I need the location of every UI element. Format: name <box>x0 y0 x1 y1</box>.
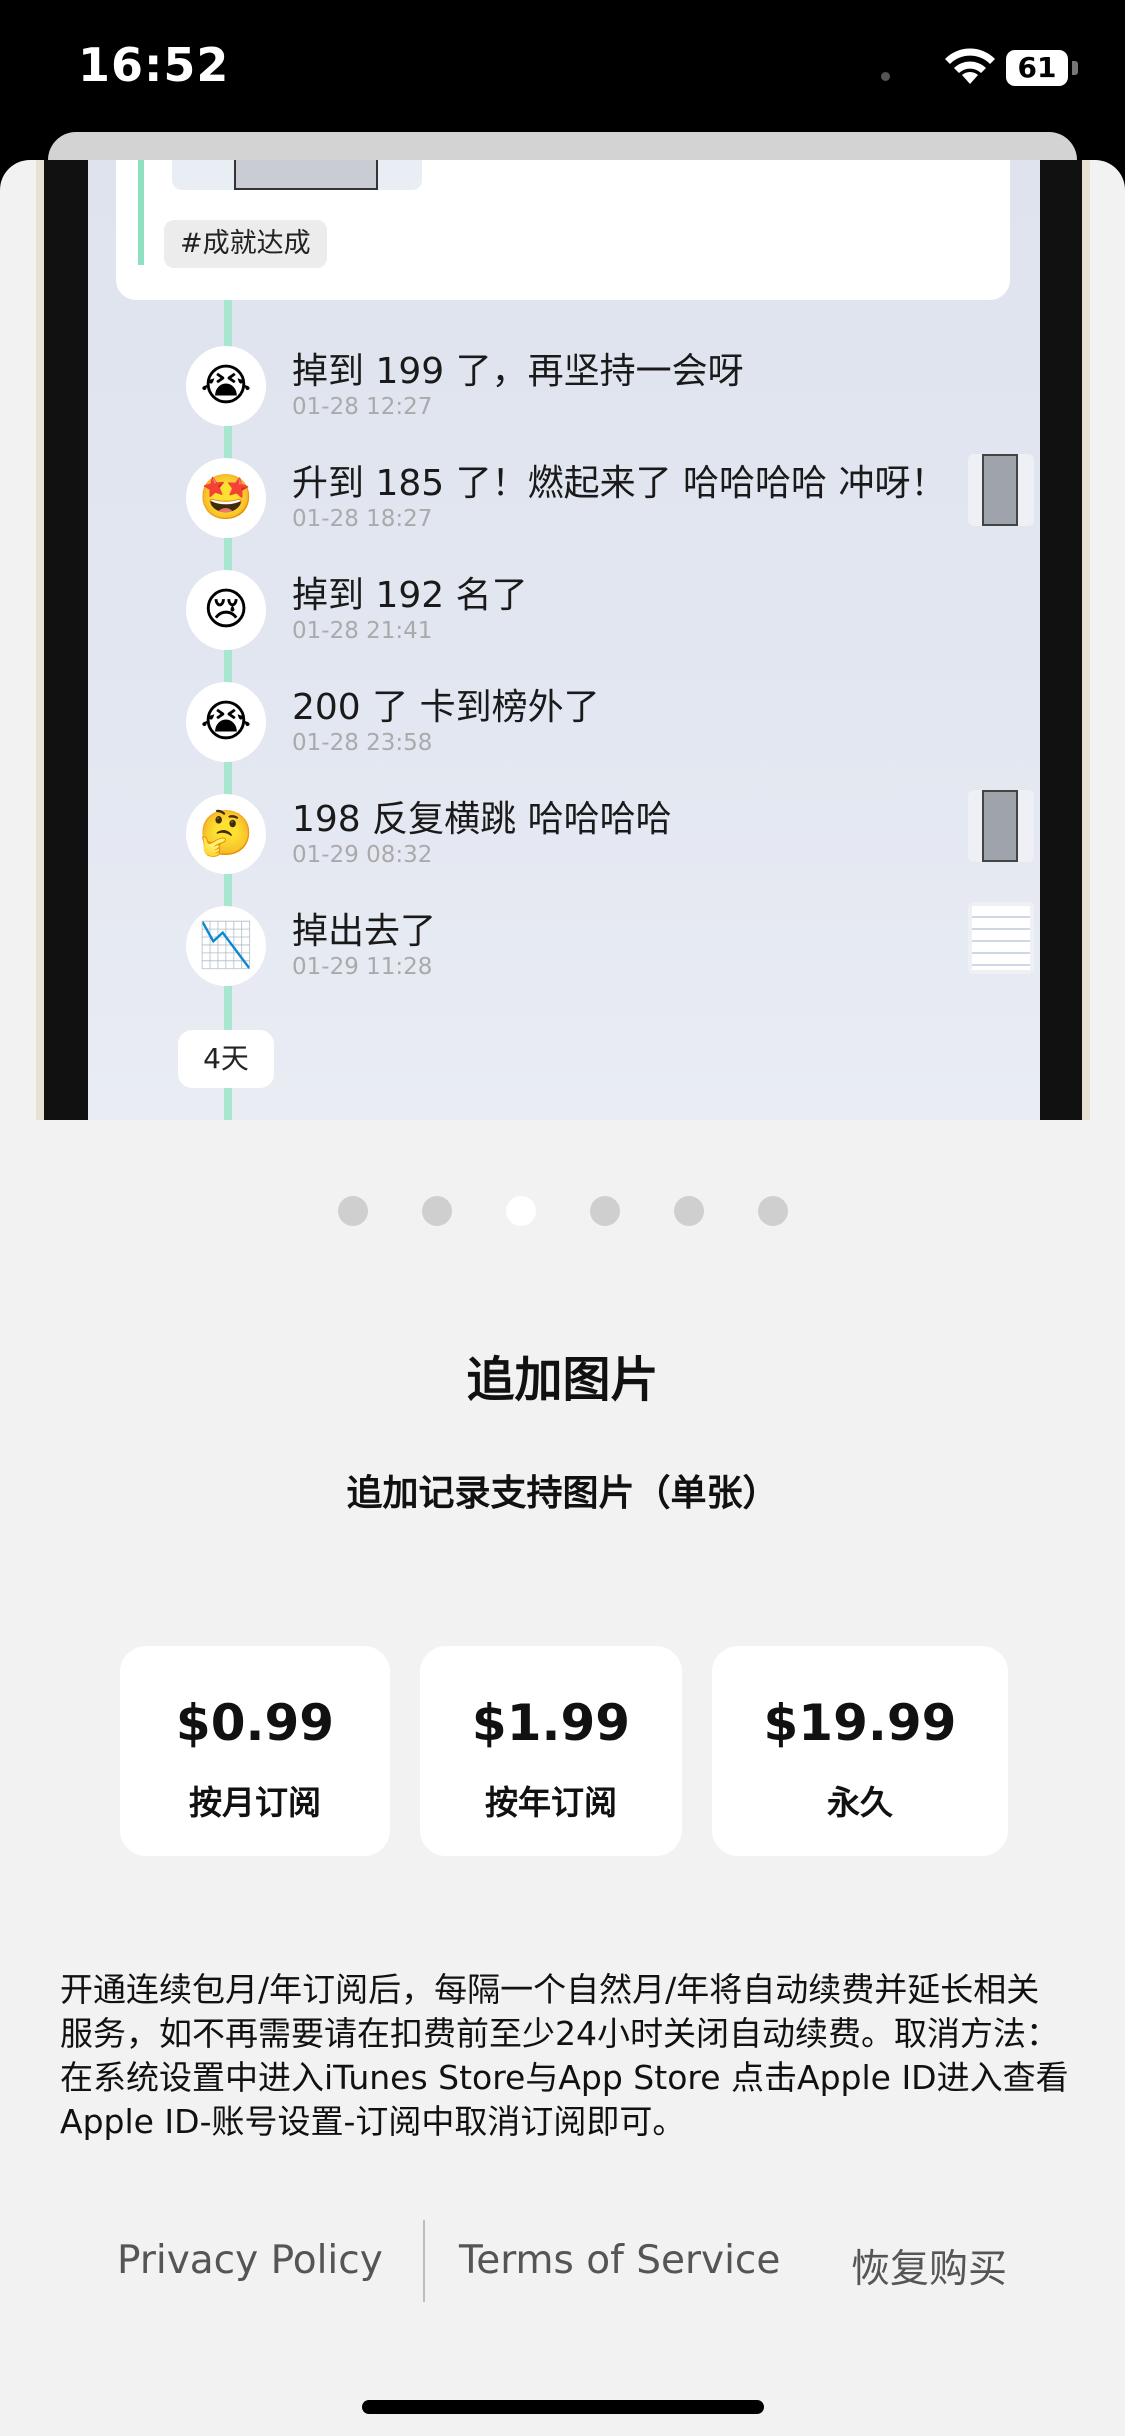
feature-subtitle: 追加记录支持图片（单张） <box>346 1473 779 1514</box>
plan-price: $0.99 <box>175 1694 335 1752</box>
timeline-entry: 📉 掉出去了 01-29 11:28 <box>88 902 1040 1002</box>
mood-emoji-icon: 🤩 <box>186 458 266 538</box>
link-divider <box>423 2220 425 2302</box>
status-time: 16:52 <box>78 38 230 92</box>
plan-monthly-button[interactable]: $0.99 按月订阅 <box>120 1646 390 1856</box>
signal-indicator <box>881 72 890 81</box>
pagination-dots <box>0 1196 1125 1228</box>
entry-image-thumbnail <box>968 454 1034 526</box>
timeline-entry: 😢 掉到 192 名了 01-28 21:41 <box>88 566 1040 666</box>
entry-date: 01-29 08:32 <box>292 842 433 868</box>
page-dot[interactable] <box>674 1196 704 1226</box>
mood-emoji-icon: 😭 <box>186 346 266 426</box>
page-dot[interactable] <box>758 1196 788 1226</box>
entry-date: 01-28 18:27 <box>292 506 433 532</box>
page-dot[interactable] <box>422 1196 452 1226</box>
card-accent-bar <box>138 160 144 265</box>
entry-date: 01-28 12:27 <box>292 394 433 420</box>
page-dot-active[interactable] <box>506 1196 536 1226</box>
mood-emoji-icon: 📉 <box>186 906 266 986</box>
preview-screen: #成就达成 😭 掉到 199 了，再坚持一会呀 01-28 12:27 🤩 升到… <box>88 160 1040 1120</box>
entry-date: 01-28 21:41 <box>292 618 433 644</box>
feature-title: 追加图片 <box>466 1352 659 1408</box>
battery-nub <box>1072 61 1078 75</box>
achievement-card: #成就达成 <box>116 160 1010 300</box>
timeline-entry: 😭 200 了 卡到榜外了 01-28 23:58 <box>88 678 1040 778</box>
battery-icon: 61 <box>1006 50 1068 86</box>
entry-text: 掉出去了 <box>292 911 437 952</box>
mood-emoji-icon: 🤔 <box>186 794 266 874</box>
entry-text: 198 反复横跳 哈哈哈哈 <box>292 799 672 840</box>
mood-emoji-icon: 😢 <box>186 570 266 650</box>
plan-label: 永久 <box>827 1783 893 1822</box>
plan-label: 按年订阅 <box>485 1783 617 1822</box>
privacy-policy-link[interactable]: Privacy Policy <box>117 2238 383 2283</box>
mood-emoji-icon: 😭 <box>186 682 266 762</box>
plan-yearly-button[interactable]: $1.99 按年订阅 <box>420 1646 682 1856</box>
plan-lifetime-button[interactable]: $19.99 永久 <box>712 1646 1008 1856</box>
home-indicator <box>362 2400 764 2414</box>
timeline-entry: 😭 掉到 199 了，再坚持一会呀 01-28 12:27 <box>88 342 1040 442</box>
feature-preview-carousel[interactable]: #成就达成 😭 掉到 199 了，再坚持一会呀 01-28 12:27 🤩 升到… <box>36 160 1090 1120</box>
page-dot[interactable] <box>338 1196 368 1226</box>
entry-text: 掉到 192 名了 <box>292 575 528 616</box>
entry-date: 01-28 23:58 <box>292 730 433 756</box>
restore-purchase-link[interactable]: 恢复购买 <box>851 2238 1007 2294</box>
entry-text: 200 了 卡到榜外了 <box>292 687 600 728</box>
entry-date: 01-29 11:28 <box>292 954 433 980</box>
page-dot[interactable] <box>590 1196 620 1226</box>
footer-links: Privacy Policy Terms of Service 恢复购买 <box>0 2220 1125 2302</box>
days-badge: 4天 <box>178 1030 274 1088</box>
subscription-terms-text: 开通连续包月/年订阅后，每隔一个自然月/年将自动续费并延长相关服务，如不再需要请… <box>60 1970 1069 2141</box>
entry-text: 升到 185 了！燃起来了 哈哈哈哈 冲呀！ <box>292 463 947 504</box>
entry-text: 掉到 199 了，再坚持一会呀 <box>292 351 744 392</box>
timeline-entry: 🤩 升到 185 了！燃起来了 哈哈哈哈 冲呀！ 01-28 18:27 <box>88 454 1040 554</box>
timeline-entry: 🤔 198 反复横跳 哈哈哈哈 01-29 08:32 <box>88 790 1040 890</box>
plan-price: $1.99 <box>471 1694 631 1752</box>
plan-price: $19.99 <box>763 1694 957 1752</box>
entry-image-thumbnail <box>968 902 1034 974</box>
entry-image-thumbnail <box>968 790 1034 862</box>
wifi-icon <box>945 48 995 84</box>
achievement-tag: #成就达成 <box>164 220 327 268</box>
terms-of-service-link[interactable]: Terms of Service <box>459 2238 780 2283</box>
card-image-thumbnail <box>172 160 422 190</box>
plan-label: 按月订阅 <box>189 1783 321 1822</box>
paywall-sheet: #成就达成 😭 掉到 199 了，再坚持一会呀 01-28 12:27 🤩 升到… <box>0 160 1125 2436</box>
